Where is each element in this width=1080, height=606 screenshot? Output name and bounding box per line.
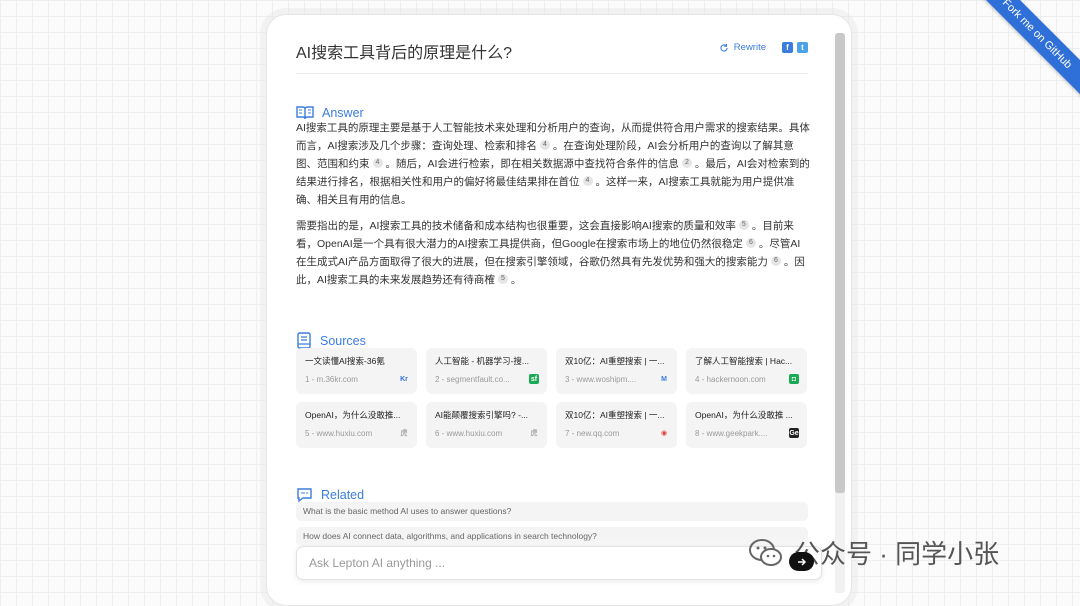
source-meta: 4 - hackernoon.com ◘ [695, 374, 799, 384]
chat-bubble-icon [297, 488, 312, 503]
fork-me-ribbon[interactable]: Fork me on GitHub [970, 0, 1080, 103]
refresh-icon [720, 43, 728, 52]
citation-badge[interactable]: 4 [539, 140, 550, 150]
source-title: 双10亿：AI重塑搜索 | 一... [565, 356, 665, 366]
source-title: OpenAI，为什么没敢推... [305, 410, 401, 420]
header-actions: Rewrite f t [719, 42, 808, 53]
sources-heading-label: Sources [320, 333, 366, 348]
citation-badge[interactable]: 6 [745, 238, 756, 248]
facebook-share-icon[interactable]: f [782, 42, 793, 53]
rewrite-label: Rewrite [733, 42, 766, 53]
source-meta: 5 - www.huxiu.com 虎 [305, 428, 409, 438]
source-card[interactable]: AI能颠覆搜索引擎吗? -... 6 - www.huxiu.com 虎 [426, 402, 547, 448]
citation-badge[interactable]: 6 [770, 256, 781, 266]
source-title: OpenAI，为什么没敢推 ... [695, 410, 793, 420]
source-title: AI能颠覆搜索引擎吗? -... [435, 410, 529, 420]
source-meta: 6 - www.huxiu.com 虎 [435, 428, 539, 438]
sources-grid: 一文读懂AI搜索-36氪 1 - m.36kr.com Kr 人工智能 - 机器学习-… [296, 348, 809, 448]
source-domain: 8 - www.geekpark.... [695, 428, 768, 438]
source-card[interactable]: 双10亿：AI重塑搜索 | 一... 3 - www.woshipm.... M [556, 348, 677, 394]
source-favicon-icon: Ge [789, 428, 799, 438]
answer-body: AI搜索工具的原理主要是基于人工智能技术来处理和分析用户的查询，从而提供符合用户… [296, 119, 810, 297]
source-meta: 7 - new.qq.com ◉ [565, 428, 669, 438]
book-icon [297, 332, 311, 349]
source-title: 双10亿：AI重塑搜索 | 一... [565, 410, 665, 420]
query-title: AI搜索工具背后的原理是什么? [296, 45, 513, 62]
query-header: AI搜索工具背后的原理是什么? Rewrite f t [296, 39, 808, 74]
wechat-logo-icon [749, 538, 782, 566]
citation-badge[interactable]: 5 [738, 220, 749, 230]
scroll-area: AI搜索工具背后的原理是什么? Rewrite f t Answer AI搜索工… [267, 15, 835, 605]
answer-paragraph-1: AI搜索工具的原理主要是基于人工智能技术来处理和分析用户的查询，从而提供符合用户… [296, 119, 810, 209]
source-domain: 7 - new.qq.com [565, 428, 620, 438]
source-card[interactable]: 了解人工智能搜索 | Hac... 4 - hackernoon.com ◘ [686, 348, 807, 394]
answer-text-segment: 需要指出的是，AI搜索工具的技术储备和成本结构也很重要，这会直接影响AI搜索的质… [296, 220, 736, 232]
source-favicon-icon: 虎 [530, 430, 538, 437]
source-meta: 1 - m.36kr.com Kr [305, 374, 409, 384]
watermark-text: 公众号 · 同学小张 [794, 539, 1000, 569]
source-card[interactable]: 一文读懂AI搜索-36氪 1 - m.36kr.com Kr [296, 348, 417, 394]
citation-badge[interactable]: 4 [582, 176, 593, 186]
related-heading-label: Related [321, 488, 365, 502]
source-card[interactable]: 人工智能 - 机器学习-搜... 2 - segmentfault.co... sf [426, 348, 547, 394]
source-domain: 1 - m.36kr.com [305, 374, 358, 384]
ask-input-box [296, 546, 822, 580]
source-favicon-icon: Kr [400, 375, 408, 383]
scrollbar-thumb[interactable] [835, 33, 845, 493]
source-meta: 3 - www.woshipm.... M [565, 374, 669, 384]
related-heading: Related [296, 487, 364, 503]
source-domain: 3 - www.woshipm.... [565, 374, 637, 384]
related-question[interactable]: What is the basic method AI uses to answ… [296, 502, 808, 521]
fork-ribbon-container: Fork me on GitHub [970, 0, 1080, 110]
result-card: AI搜索工具背后的原理是什么? Rewrite f t Answer AI搜索工… [266, 14, 852, 606]
source-title: 人工智能 - 机器学习-搜... [435, 356, 529, 366]
answer-paragraph-2: 需要指出的是，AI搜索工具的技术储备和成本结构也很重要，这会直接影响AI搜索的质… [296, 217, 810, 289]
source-favicon-icon: ◉ [660, 430, 668, 437]
source-card[interactable]: 双10亿：AI重塑搜索 | 一... 7 - new.qq.com ◉ [556, 402, 677, 448]
source-title: 一文读懂AI搜索-36氪 [305, 356, 385, 366]
source-favicon-icon: sf [529, 374, 539, 384]
rewrite-button[interactable]: Rewrite [719, 42, 766, 53]
source-favicon-icon: M [661, 375, 667, 383]
citation-badge[interactable]: 2 [681, 158, 692, 168]
answer-text-segment: 。随后，AI会进行检索，即在相关数据源中查找符合条件的信息 [385, 158, 679, 170]
answer-text-segment: 。 [510, 274, 522, 286]
send-button[interactable] [789, 552, 814, 571]
source-meta: 8 - www.geekpark.... Ge [695, 428, 799, 438]
citation-badge[interactable]: 5 [497, 274, 508, 284]
twitter-share-icon[interactable]: t [797, 42, 808, 53]
answer-heading-label: Answer [322, 106, 364, 120]
ask-input[interactable] [307, 547, 781, 579]
citation-badge[interactable]: 4 [372, 158, 383, 168]
source-domain: 6 - www.huxiu.com [435, 428, 503, 438]
sources-heading: Sources [296, 332, 366, 349]
source-favicon-icon: 虎 [400, 430, 408, 437]
source-meta: 2 - segmentfault.co... sf [435, 374, 539, 384]
wechat-watermark: 公众号 · 同学小张 [748, 534, 999, 571]
source-domain: 4 - hackernoon.com [695, 374, 766, 384]
source-favicon-icon: ◘ [789, 374, 799, 384]
source-card[interactable]: OpenAI，为什么没敢推 ... 8 - www.geekpark.... Ge [686, 402, 807, 448]
source-domain: 5 - www.huxiu.com [305, 428, 373, 438]
source-title: 了解人工智能搜索 | Hac... [695, 356, 793, 366]
source-domain: 2 - segmentfault.co... [435, 374, 510, 384]
arrow-right-icon [797, 557, 806, 566]
source-card[interactable]: OpenAI，为什么没敢推... 5 - www.huxiu.com 虎 [296, 402, 417, 448]
